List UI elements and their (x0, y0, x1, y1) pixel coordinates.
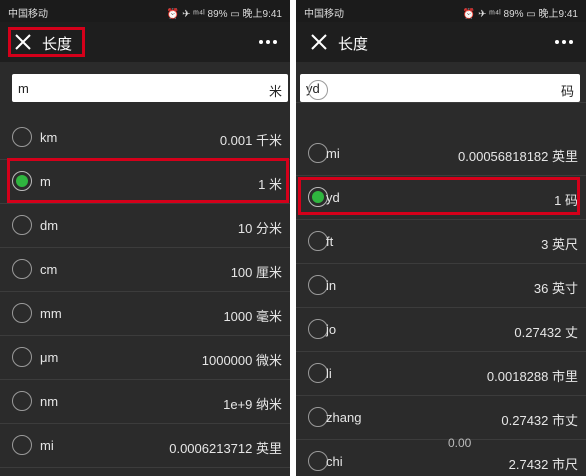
radio-button[interactable] (308, 143, 328, 163)
radio-button[interactable] (12, 215, 32, 235)
input-value: m (18, 81, 29, 96)
list-item-partial[interactable] (296, 80, 586, 103)
unit-name: nm (40, 394, 59, 409)
list-item[interactable]: ft 3 英尺 (296, 220, 586, 264)
status-indicators: ⏰ ✈ ᵐ⁴ˡ 89% ▭ 晚上9:41 (462, 9, 578, 20)
status-indicators: ⏰ ✈ ᵐ⁴ˡ 89% ▭ 晚上9:41 (166, 9, 282, 20)
unit-name: mm (40, 306, 62, 321)
list-item[interactable]: mm 1000 毫米 (0, 292, 290, 336)
unit-name: zhang (326, 410, 362, 425)
unit-name: ft (326, 234, 334, 249)
radio-button[interactable] (12, 347, 32, 367)
unit-value: 0.00056818182 英里 (458, 149, 578, 164)
unit-value: 0.001 千米 (219, 133, 282, 148)
unit-value: 0.27432 丈 (514, 325, 578, 340)
unit-name: dm (40, 218, 59, 233)
unit-value: 2.7432 市尺 (508, 457, 578, 472)
unit-value: 0.27432 市丈 (501, 413, 578, 428)
list-item[interactable]: zhang 0.27432 市丈 (296, 396, 586, 440)
list-item[interactable]: jo 0.27432 丈 (296, 308, 586, 352)
radio-button[interactable] (308, 275, 328, 295)
list-item[interactable]: mi 0.00056818182 英里 (296, 132, 586, 176)
unit-name: jo (326, 322, 337, 337)
list-item[interactable]: cm 100 厘米 (0, 248, 290, 292)
radio-button[interactable] (308, 363, 328, 383)
radio-button[interactable] (12, 391, 32, 411)
phone-screen-right: 中国移动 ⏰ ✈ ᵐ⁴ˡ 89% ▭ 晚上9:41 长度 yd 码 mi 0.0… (296, 0, 586, 476)
status-bar: 中国移动 ⏰ ✈ ᵐ⁴ˡ 89% ▭ 晚上9:41 (296, 0, 586, 22)
unit-value: 1000 毫米 (223, 309, 282, 324)
more-options-icon[interactable] (552, 31, 576, 53)
radio-button[interactable] (12, 435, 32, 455)
radio-button[interactable] (308, 231, 328, 251)
radio-button[interactable] (12, 259, 32, 279)
radio-button[interactable] (308, 80, 328, 100)
radio-button[interactable] (12, 127, 32, 147)
unit-value: 0.0018288 市里 (486, 369, 578, 384)
unit-value: 3 英尺 (541, 237, 578, 252)
list-item[interactable]: li 0.0018288 市里 (296, 352, 586, 396)
list-item[interactable]: km 0.001 千米 (0, 116, 290, 160)
unit-value: 0.0006213712 英里 (169, 441, 282, 456)
unit-name: km (40, 130, 58, 145)
radio-button[interactable] (308, 407, 328, 427)
unit-value: 1000000 微米 (201, 353, 282, 368)
carrier-label: 中国移动 (304, 9, 344, 20)
app-bar: 长度 (296, 22, 586, 62)
unit-name: mi (326, 146, 340, 161)
list-item[interactable]: nm 1e+9 纳米 (0, 380, 290, 424)
unit-name: mi (40, 438, 54, 453)
radio-button[interactable] (12, 303, 32, 323)
selected-row-highlight-box (298, 177, 580, 215)
unit-name: μm (40, 350, 59, 365)
input-unit: 米 (268, 84, 282, 99)
unit-name: in (326, 278, 337, 293)
selected-row-highlight-box (7, 158, 289, 203)
radio-button[interactable] (308, 451, 328, 471)
page-title: 长度 (338, 36, 369, 53)
unit-value: 1e+9 纳米 (223, 397, 282, 412)
list-item[interactable]: chi 2.7432 市尺 (296, 440, 586, 476)
radio-button[interactable] (308, 319, 328, 339)
list-item[interactable]: in 36 英寸 (296, 264, 586, 308)
unit-value: 36 英寸 (533, 281, 578, 296)
unit-name: cm (40, 262, 58, 277)
list-item[interactable]: dm 10 分米 (0, 204, 290, 248)
unit-name: chi (326, 454, 343, 469)
status-bar: 中国移动 ⏰ ✈ ᵐ⁴ˡ 89% ▭ 晚上9:41 (0, 0, 290, 22)
unit-input[interactable]: m 米 (12, 74, 288, 102)
phone-screen-left: 中国移动 ⏰ ✈ ᵐ⁴ˡ 89% ▭ 晚上9:41 长度 m 米 km 0.00… (0, 0, 290, 476)
unit-name: li (326, 366, 332, 381)
list-item[interactable]: μm 1000000 微米 (0, 336, 290, 380)
more-options-icon[interactable] (256, 31, 280, 53)
title-highlight-box (8, 27, 85, 57)
ghost-overlay-text: 0.00 (448, 436, 472, 450)
unit-value: 10 分米 (237, 221, 282, 236)
carrier-label: 中国移动 (8, 9, 48, 20)
unit-value: 100 厘米 (230, 265, 282, 280)
list-item[interactable]: mi 0.0006213712 英里 (0, 424, 290, 468)
close-icon[interactable] (308, 31, 330, 53)
